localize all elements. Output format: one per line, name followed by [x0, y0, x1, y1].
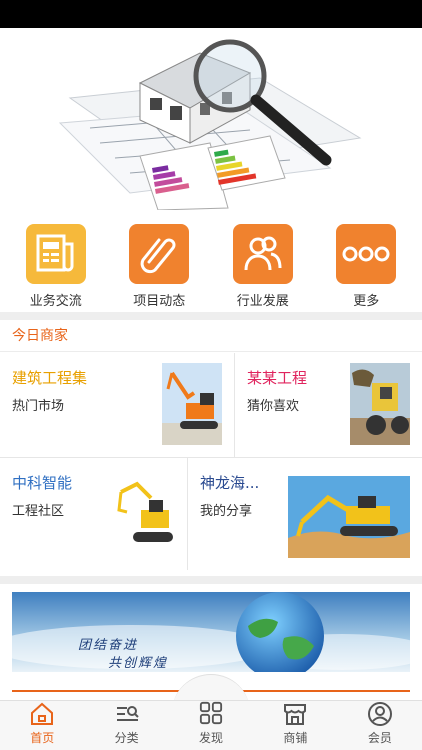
quick-nav: 业务交流 项目动态 行业发展 更多 — [0, 210, 422, 312]
quick-nav-label: 业务交流 — [29, 294, 82, 309]
merchant-subtitle: 热门市场 — [12, 399, 65, 414]
tab-label: 首页 — [30, 731, 55, 745]
more-dots-icon — [336, 224, 397, 284]
promo-banner[interactable]: 团结奋进 共创辉煌 — [12, 592, 410, 672]
tab-store[interactable]: 商铺 — [253, 701, 337, 750]
quick-nav-project-news[interactable]: 项目动态 — [114, 210, 204, 312]
bottom-tabbar: 首页 分类 发现 商铺 会员 — [0, 700, 422, 750]
quick-nav-business-exchange[interactable]: 业务交流 — [11, 210, 101, 312]
merchant-title: 某某工程 — [247, 369, 308, 387]
excavator-image — [162, 363, 222, 445]
merchant-card-4[interactable]: 神龙海... 我的分享 — [188, 458, 422, 570]
merchant-card-2[interactable]: 某某工程 猜你喜欢 — [235, 353, 422, 457]
tab-label: 商铺 — [283, 731, 308, 745]
store-icon — [284, 704, 307, 725]
tab-label: 分类 — [114, 731, 139, 745]
merchant-subtitle: 猜你喜欢 — [247, 399, 300, 414]
merchant-title: 神龙海... — [200, 474, 260, 492]
tab-category[interactable]: 分类 — [84, 701, 168, 750]
quick-nav-industry-development[interactable]: 行业发展 — [218, 210, 308, 312]
quick-nav-label: 项目动态 — [133, 294, 186, 309]
category-list-icon — [116, 706, 139, 721]
section-title: 今日商家 — [0, 320, 422, 352]
paperclip-icon — [129, 224, 190, 284]
banner-slogan-line1: 团结奋进 — [78, 638, 139, 653]
people-icon — [232, 224, 293, 284]
loader-image — [350, 363, 410, 445]
user-icon — [367, 702, 392, 726]
newspaper-icon — [25, 224, 86, 284]
merchant-title: 建筑工程集 — [12, 369, 88, 387]
excavator-image — [115, 476, 175, 558]
merchant-card-1[interactable]: 建筑工程集 热门市场 — [0, 353, 234, 457]
grid-icon — [199, 701, 223, 725]
home-icon — [31, 702, 54, 725]
tab-discover[interactable]: 发现 — [169, 701, 253, 750]
tab-label: 发现 — [199, 731, 224, 745]
merchant-title: 中科智能 — [12, 474, 73, 492]
status-bar — [0, 0, 422, 28]
section-divider — [0, 312, 422, 320]
tab-label: 会员 — [367, 731, 392, 745]
banner-slogan-line2: 共创辉煌 — [108, 656, 169, 671]
tab-home[interactable]: 首页 — [0, 701, 84, 750]
quick-nav-label: 行业发展 — [236, 294, 289, 309]
section-divider — [0, 576, 422, 584]
excavator-image — [288, 476, 410, 558]
hero-banner-image[interactable] — [0, 28, 422, 210]
merchant-subtitle: 我的分享 — [200, 504, 253, 519]
quick-nav-label: 更多 — [353, 294, 380, 309]
tab-member[interactable]: 会员 — [338, 701, 422, 750]
merchant-subtitle: 工程社区 — [12, 504, 65, 519]
quick-nav-more[interactable]: 更多 — [321, 210, 411, 312]
merchant-card-3[interactable]: 中科智能 工程社区 — [0, 458, 187, 570]
